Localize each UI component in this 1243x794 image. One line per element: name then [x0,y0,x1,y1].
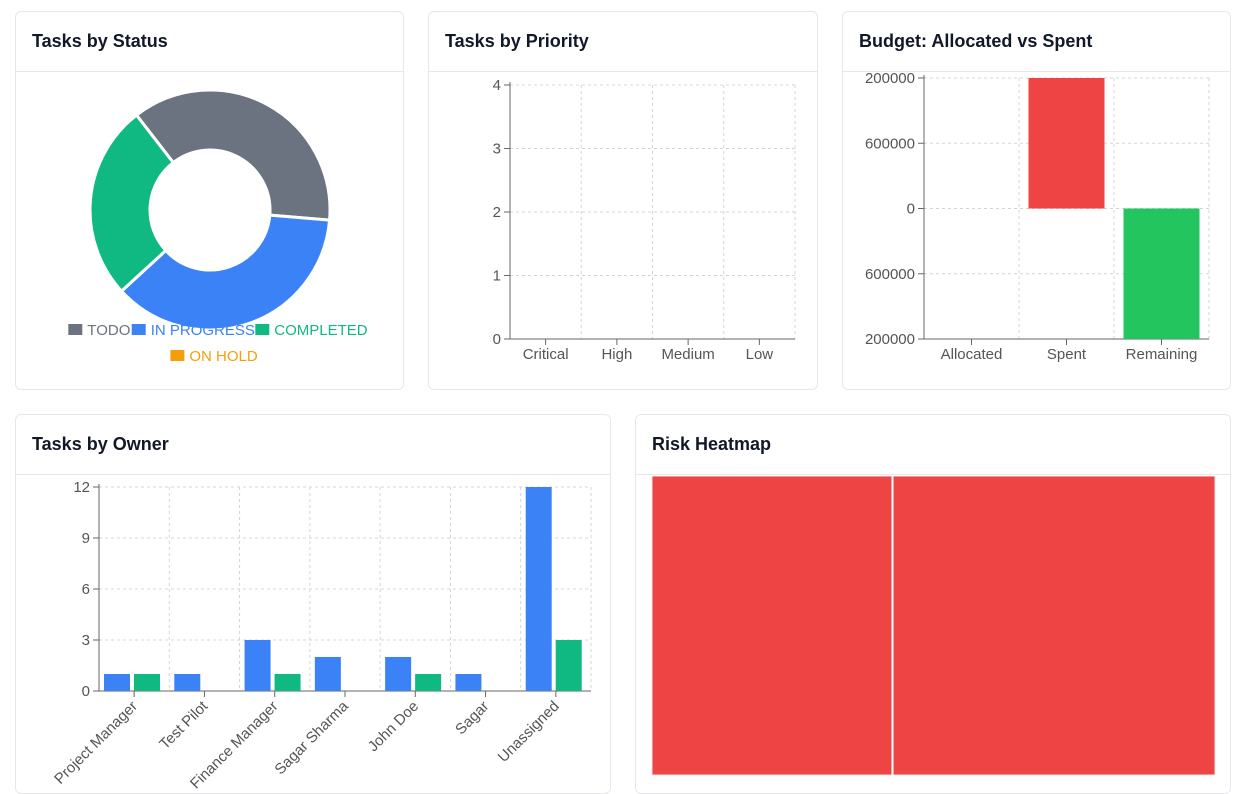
budget-bar-chart: 200000 600000 0 600000 200000 Allocated Spent R… [865,73,1210,363]
y-tick-label: 600000 [865,266,915,283]
bar-sagar-sharma [314,657,341,691]
bar-john-doe [415,674,442,691]
bar-john-doe [385,657,412,691]
y-tick-label: 600000 [865,135,915,152]
tasks-by-status-card: Tasks by Status TODO IN PROGRESS COMPLETED… [15,11,404,390]
y-tick-label: 9 [82,530,90,547]
x-tick-label: Medium [661,346,714,363]
bar-spent [1028,78,1105,209]
card-title: Tasks by Priority [429,12,817,72]
bar-unassigned [525,487,552,691]
card-title: Risk Heatmap [636,415,1230,475]
legend-swatch [68,324,83,335]
y-tick-label: 0 [493,331,501,348]
x-tick-label: Project Manager [51,698,141,788]
y-tick-label: 4 [493,77,501,94]
y-tick-label: 2 [493,204,501,221]
priority-bar-chart: 0 1 2 3 4 Critical High Medium Low [493,77,796,363]
budget-card: Budget: Allocated vs Spent 200000 600000 0… [842,11,1231,390]
x-tick-label: Low [746,346,774,363]
y-tick-label: 12 [73,479,90,496]
card-title: Tasks by Owner [16,415,610,475]
y-tick-label: 200000 [865,331,915,348]
bar-project-manager [134,674,160,691]
legend-label: IN PROGRESS [151,322,255,339]
y-tick-label: 3 [493,141,501,158]
y-tick-label: 1 [493,268,501,285]
y-tick-label: 3 [82,632,90,649]
tasks-by-owner-card: Tasks by Owner 0 3 6 9 12 Project Manager Test… [15,414,611,794]
card-title: Tasks by Status [16,12,403,72]
x-tick-label: Allocated [941,346,1003,363]
bar-project-manager [104,674,130,691]
x-tick-label: Sagar [452,698,492,738]
bar-test-pilot [174,674,201,691]
legend-label: ON HOLD [189,348,258,365]
x-tick-label: Remaining [1126,346,1198,363]
owner-bar-chart: 036912Project Manager Test PilotFinance M… [51,479,592,792]
x-tick-label: Test Pilot [156,697,212,753]
card-title: Budget: Allocated vs Spent [843,12,1230,72]
bar-remaining [1123,208,1200,339]
legend-swatch [170,350,185,361]
x-tick-label: High [601,346,632,363]
tasks-by-priority-card: Tasks by Priority 0 1 2 3 4 Critical High Mediu… [428,11,818,390]
status-donut-chart: TODO IN PROGRESS COMPLETED ON HOLD [68,88,368,365]
bar-sagar [455,674,482,691]
y-tick-label: 0 [82,683,90,700]
x-tick-label: Unassigned [495,698,563,766]
bar-finance-manager [244,640,271,691]
bar-finance-manager [274,674,301,691]
legend-swatch [255,324,270,335]
y-tick-label: 200000 [865,73,915,87]
x-tick-label: John Doe [365,698,422,755]
y-tick-label: 0 [907,201,915,218]
heatmap-cell [892,476,1216,776]
y-tick-label: 6 [82,581,90,598]
risk-heatmap [651,476,1216,776]
legend-label: COMPLETED [274,322,368,339]
x-tick-label: Spent [1047,346,1087,363]
legend-label: TODO [87,322,130,339]
x-tick-label: Sagar Sharma [271,697,352,778]
heatmap-cell [651,476,893,776]
legend-swatch [131,324,146,335]
x-tick-label: Critical [523,346,569,363]
risk-heatmap-card: Risk Heatmap [635,414,1231,794]
bar-unassigned [555,640,582,691]
